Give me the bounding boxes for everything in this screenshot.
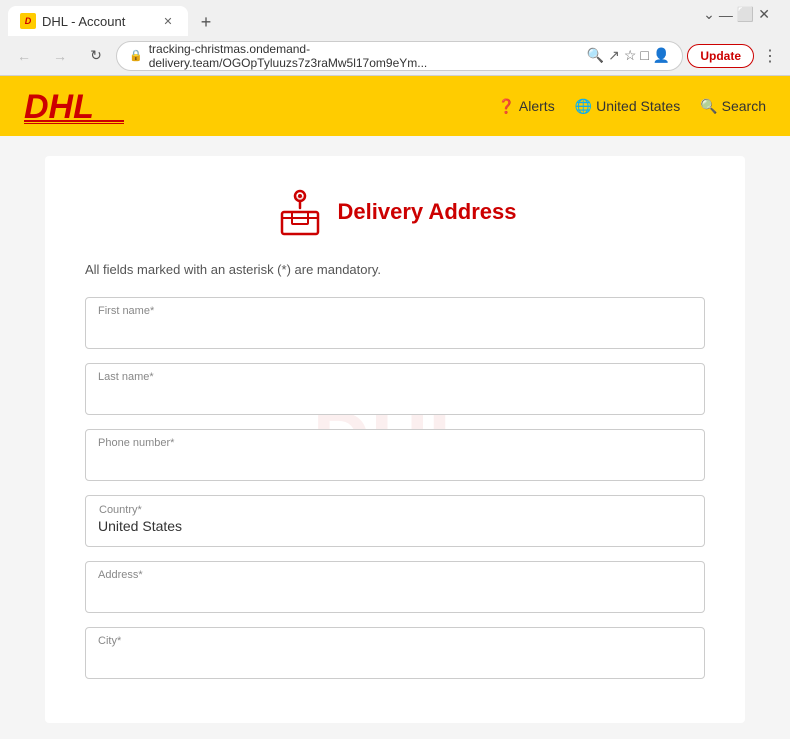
bookmark-icon[interactable]: ☆	[624, 47, 637, 64]
refresh-button[interactable]: ↻	[80, 40, 112, 72]
extensions-icon[interactable]: □	[640, 47, 648, 64]
city-input[interactable]	[85, 627, 705, 679]
search-label: Search	[722, 98, 766, 114]
tab-favicon: D	[20, 13, 36, 29]
lock-icon: 🔒	[129, 49, 143, 62]
country-label: United States	[596, 98, 680, 114]
search-icon: 🔍	[700, 98, 717, 115]
address-bar-icons: 🔍 ↗ ☆ □ 👤	[587, 47, 671, 64]
alerts-icon: ❓	[497, 98, 514, 115]
country-field[interactable]: Country* United States	[85, 495, 705, 547]
new-tab-button[interactable]: +	[192, 8, 220, 36]
address-group: Address*	[85, 561, 705, 613]
mandatory-note: All fields marked with an asterisk (*) a…	[85, 262, 705, 277]
form-card: DHL Delivery Address All fields mar	[45, 156, 745, 723]
tab-title: DHL - Account	[42, 14, 125, 29]
phone-input[interactable]	[85, 429, 705, 481]
svg-text:DHL: DHL	[24, 88, 94, 124]
profile-icon[interactable]: 👤	[653, 47, 670, 64]
dhl-logo-svg: DHL	[24, 88, 124, 124]
active-tab[interactable]: D DHL - Account ✕	[8, 6, 188, 36]
back-button[interactable]: ←	[8, 40, 40, 72]
browser-frame: ⌄ — ⬜ ✕ D DHL - Account ✕ + ← → ↻ 🔒 trac…	[0, 0, 790, 76]
globe-icon: 🌐	[575, 98, 592, 115]
tab-bar: ⌄ — ⬜ ✕ D DHL - Account ✕ +	[0, 0, 790, 36]
alerts-label: Alerts	[519, 98, 555, 114]
page-content: DHL ❓ Alerts 🌐 United States 🔍 Search	[0, 76, 790, 739]
search-address-icon[interactable]: 🔍	[587, 47, 604, 64]
first-name-group: First name*	[85, 297, 705, 349]
forward-button[interactable]: →	[44, 40, 76, 72]
dhl-header: DHL ❓ Alerts 🌐 United States 🔍 Search	[0, 76, 790, 136]
last-name-input[interactable]	[85, 363, 705, 415]
browser-menu-button[interactable]: ⋮	[758, 46, 782, 66]
delivery-address-icon	[274, 186, 326, 238]
tab-close-button[interactable]: ✕	[160, 13, 176, 29]
dhl-navigation: ❓ Alerts 🌐 United States 🔍 Search	[497, 98, 766, 115]
country-label-float: Country*	[99, 504, 142, 516]
share-icon[interactable]: ↗	[608, 47, 620, 64]
search-nav-item[interactable]: 🔍 Search	[700, 98, 766, 115]
city-group: City*	[85, 627, 705, 679]
address-input[interactable]	[85, 561, 705, 613]
country-nav-item[interactable]: 🌐 United States	[575, 98, 681, 115]
address-bar[interactable]: 🔒 tracking-christmas.ondemand-delivery.t…	[116, 41, 683, 71]
form-title: Delivery Address	[338, 199, 517, 225]
url-text: tracking-christmas.ondemand-delivery.tea…	[149, 42, 581, 70]
country-value: United States	[98, 518, 692, 534]
country-group: Country* United States	[85, 495, 705, 547]
phone-group: Phone number*	[85, 429, 705, 481]
browser-controls: ← → ↻ 🔒 tracking-christmas.ondemand-deli…	[0, 36, 790, 76]
first-name-input[interactable]	[85, 297, 705, 349]
update-button[interactable]: Update	[687, 44, 754, 68]
last-name-group: Last name*	[85, 363, 705, 415]
main-content: DHL Delivery Address All fields mar	[0, 136, 790, 739]
dhl-logo: DHL	[24, 88, 124, 124]
form-header: Delivery Address	[85, 186, 705, 238]
alerts-nav-item[interactable]: ❓ Alerts	[497, 98, 554, 115]
